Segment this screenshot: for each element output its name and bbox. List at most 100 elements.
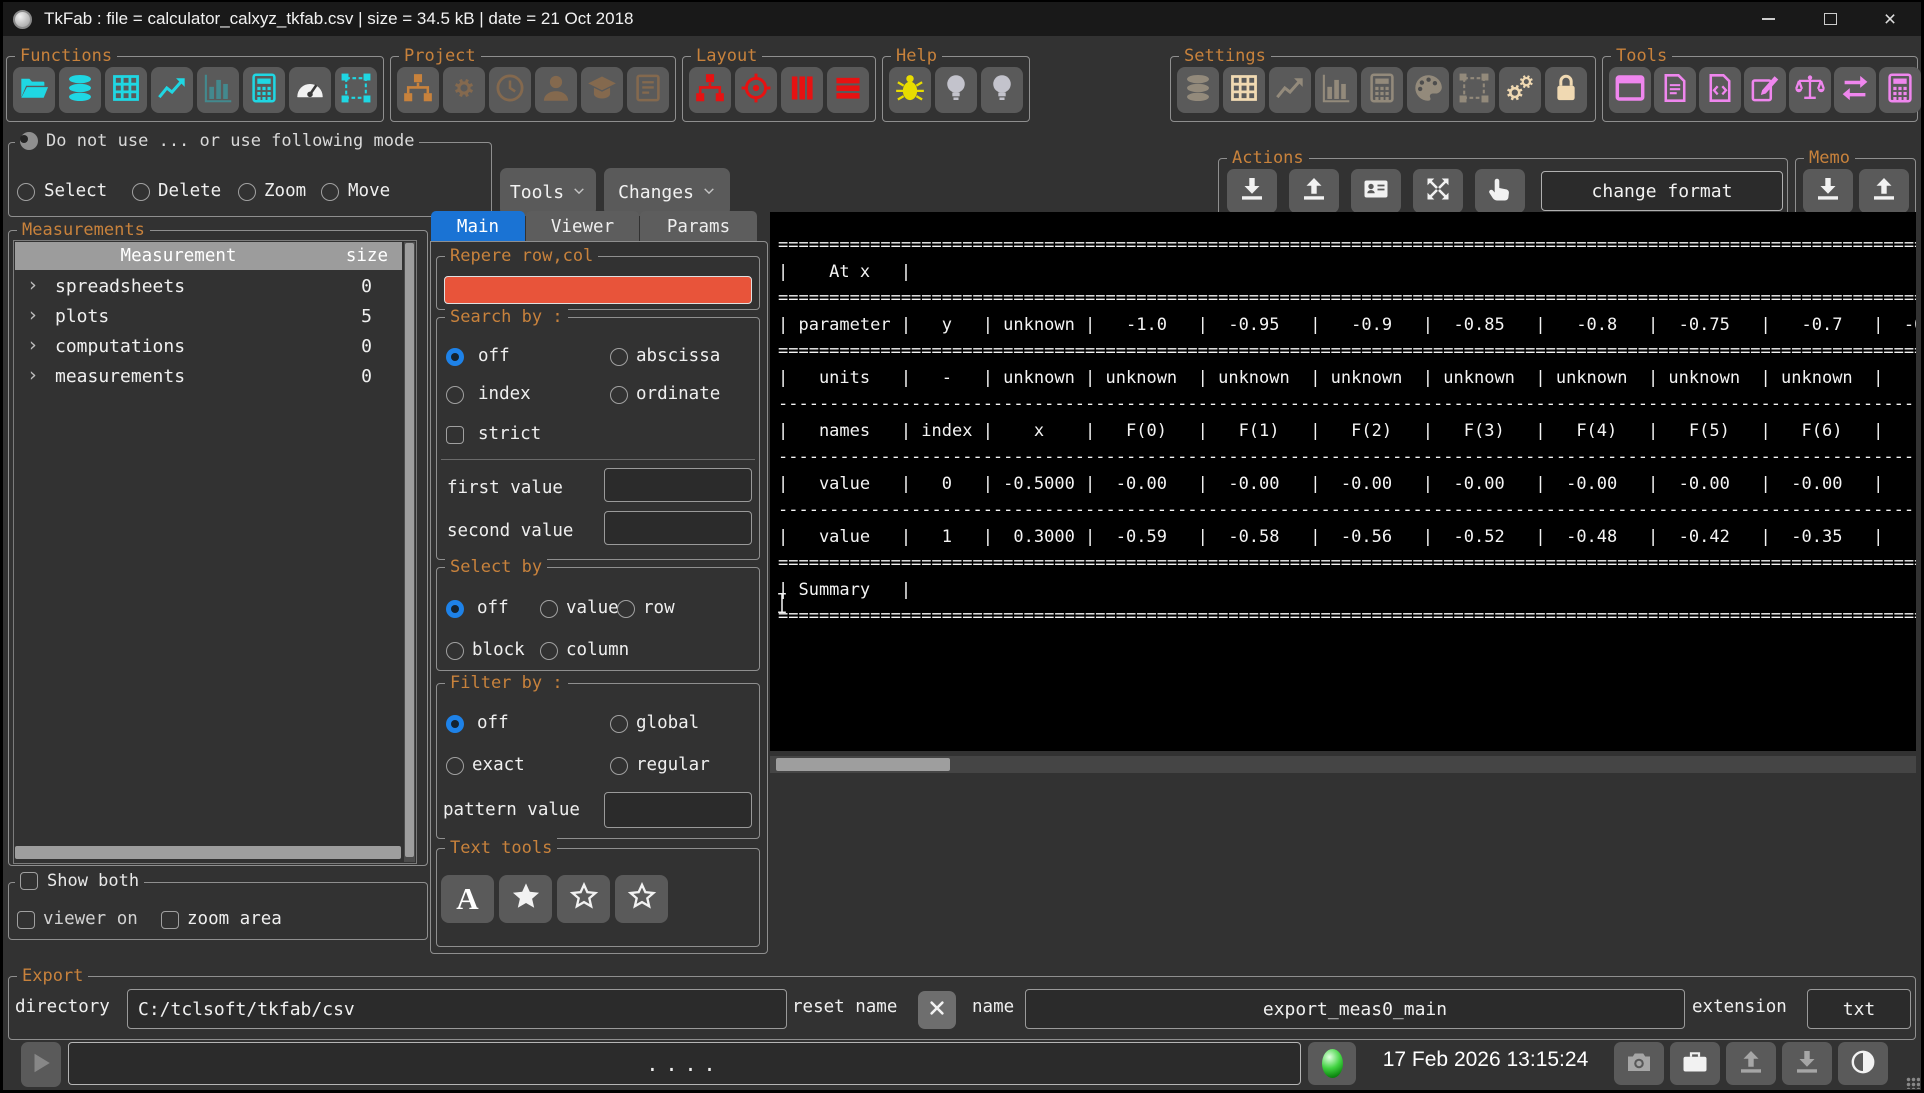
repere-input[interactable] — [444, 276, 752, 304]
scrollbar-thumb[interactable] — [405, 243, 414, 857]
edit-button[interactable] — [1744, 67, 1786, 113]
id-card-button[interactable] — [1351, 169, 1401, 213]
status-led-button[interactable] — [1308, 1042, 1356, 1085]
user-button[interactable] — [535, 67, 577, 113]
bulb-button[interactable] — [935, 67, 977, 113]
star-outline-button[interactable] — [557, 875, 610, 923]
filter-off-radio[interactable] — [446, 715, 464, 733]
filter-global-radio[interactable] — [610, 715, 628, 733]
hierarchy-button[interactable] — [397, 67, 439, 113]
columns-button[interactable] — [781, 67, 823, 113]
bug-button[interactable] — [889, 67, 931, 113]
database-button[interactable] — [59, 67, 101, 113]
terminal-horizontal-scrollbar[interactable] — [770, 756, 1916, 773]
pattern-value-input[interactable] — [604, 792, 752, 828]
target-button[interactable] — [735, 67, 777, 113]
window-button[interactable] — [1609, 67, 1651, 113]
search-abscissa-radio[interactable] — [610, 348, 628, 366]
select-region-button[interactable] — [1453, 67, 1495, 113]
memo-upload-button[interactable] — [1859, 169, 1909, 213]
mode-select-radio[interactable] — [17, 183, 35, 201]
change-format-button[interactable]: change format — [1541, 171, 1783, 211]
line-chart-button[interactable] — [151, 67, 193, 113]
tab-viewer[interactable]: Viewer — [526, 211, 639, 242]
tools-menu-button[interactable]: Tools — [500, 168, 596, 216]
table-grid-button[interactable] — [1223, 67, 1265, 113]
mode-move-radio[interactable] — [321, 183, 339, 201]
document-code-button[interactable] — [1699, 67, 1741, 113]
directory-input[interactable]: C:/tclsoft/tkfab/csv — [127, 989, 787, 1029]
calculator-button[interactable] — [1361, 67, 1403, 113]
expand-button[interactable] — [1413, 169, 1463, 213]
mode-delete-radio[interactable] — [132, 183, 150, 201]
filter-exact-radio[interactable] — [446, 757, 464, 775]
tree-row-spreadsheets[interactable]: ›spreadsheets0 — [15, 273, 402, 303]
chevron-right-icon[interactable]: › — [27, 364, 38, 386]
minimize-button[interactable] — [1739, 2, 1797, 36]
calculator-button[interactable] — [1879, 67, 1921, 113]
lock-button[interactable] — [1545, 67, 1587, 113]
search-off-radio[interactable] — [446, 348, 464, 366]
select-block-radio[interactable] — [446, 642, 464, 660]
database-button[interactable] — [1177, 67, 1219, 113]
terminal-output[interactable]: ========================================… — [770, 212, 1916, 751]
select-row-radio[interactable] — [617, 600, 635, 618]
import-upload-button[interactable] — [1289, 169, 1339, 213]
memo-download-button[interactable] — [1803, 169, 1853, 213]
tree-horizontal-scrollbar[interactable] — [15, 846, 401, 859]
table-grid-button[interactable] — [105, 67, 147, 113]
export-name-input[interactable]: export_meas0_main — [1025, 989, 1685, 1029]
bar-chart-button[interactable] — [1315, 67, 1357, 113]
scrollbar-thumb[interactable] — [776, 758, 950, 771]
hierarchy-button[interactable] — [689, 67, 731, 113]
select-value-radio[interactable] — [540, 600, 558, 618]
maximize-button[interactable] — [1801, 2, 1859, 36]
clock-button[interactable] — [489, 67, 531, 113]
select-off-radio[interactable] — [446, 600, 464, 618]
tree-row-computations[interactable]: ›computations0 — [15, 333, 402, 363]
chevron-right-icon[interactable]: › — [27, 304, 38, 326]
search-ordinate-radio[interactable] — [610, 386, 628, 404]
star-outline-2-button[interactable] — [615, 875, 668, 923]
hand-button[interactable] — [1475, 169, 1525, 213]
download-button[interactable] — [1782, 1042, 1832, 1085]
text-style-button[interactable]: A — [441, 875, 494, 923]
second-value-input[interactable] — [604, 511, 752, 545]
select-column-radio[interactable] — [540, 642, 558, 660]
viewer-on-checkbox[interactable] — [17, 911, 35, 929]
calculator-button[interactable] — [243, 67, 285, 113]
extension-input[interactable]: txt — [1807, 989, 1911, 1029]
chevron-right-icon[interactable]: › — [27, 334, 38, 356]
first-value-input[interactable] — [604, 468, 752, 502]
bulb-button[interactable] — [981, 67, 1023, 113]
note-button[interactable] — [627, 67, 669, 113]
folder-open-button[interactable] — [13, 67, 55, 113]
reset-name-button[interactable] — [918, 991, 956, 1029]
gauge-button[interactable] — [289, 67, 331, 113]
strict-checkbox[interactable] — [446, 426, 464, 444]
mode-zoom-radio[interactable] — [238, 183, 256, 201]
tree-row-plots[interactable]: ›plots5 — [15, 303, 402, 333]
line-chart-button[interactable] — [1269, 67, 1311, 113]
measurements-tree[interactable]: Measurement size ›spreadsheets0›plots5›c… — [13, 240, 417, 864]
star-filled-button[interactable] — [499, 875, 552, 923]
search-index-radio[interactable] — [446, 386, 464, 404]
close-button[interactable]: × — [1861, 2, 1919, 36]
changes-menu-button[interactable]: Changes — [604, 168, 730, 216]
export-download-button[interactable] — [1227, 169, 1277, 213]
theme-toggle-button[interactable] — [1838, 1042, 1888, 1085]
rows-button[interactable] — [827, 67, 869, 113]
palette-button[interactable] — [1407, 67, 1449, 113]
tree-vertical-scrollbar[interactable] — [404, 242, 415, 862]
play-button[interactable] — [21, 1042, 61, 1087]
chevron-right-icon[interactable]: › — [27, 274, 38, 296]
camera-button[interactable] — [1614, 1042, 1664, 1085]
upload-button[interactable] — [1726, 1042, 1776, 1085]
tab-main[interactable]: Main — [431, 211, 525, 242]
graduation-cap-button[interactable] — [581, 67, 623, 113]
swap-arrows-button[interactable] — [1834, 67, 1876, 113]
select-region-button[interactable] — [335, 67, 377, 113]
document-button[interactable] — [1654, 67, 1696, 113]
scales-button[interactable] — [1789, 67, 1831, 113]
tree-header[interactable]: Measurement size — [15, 242, 402, 270]
